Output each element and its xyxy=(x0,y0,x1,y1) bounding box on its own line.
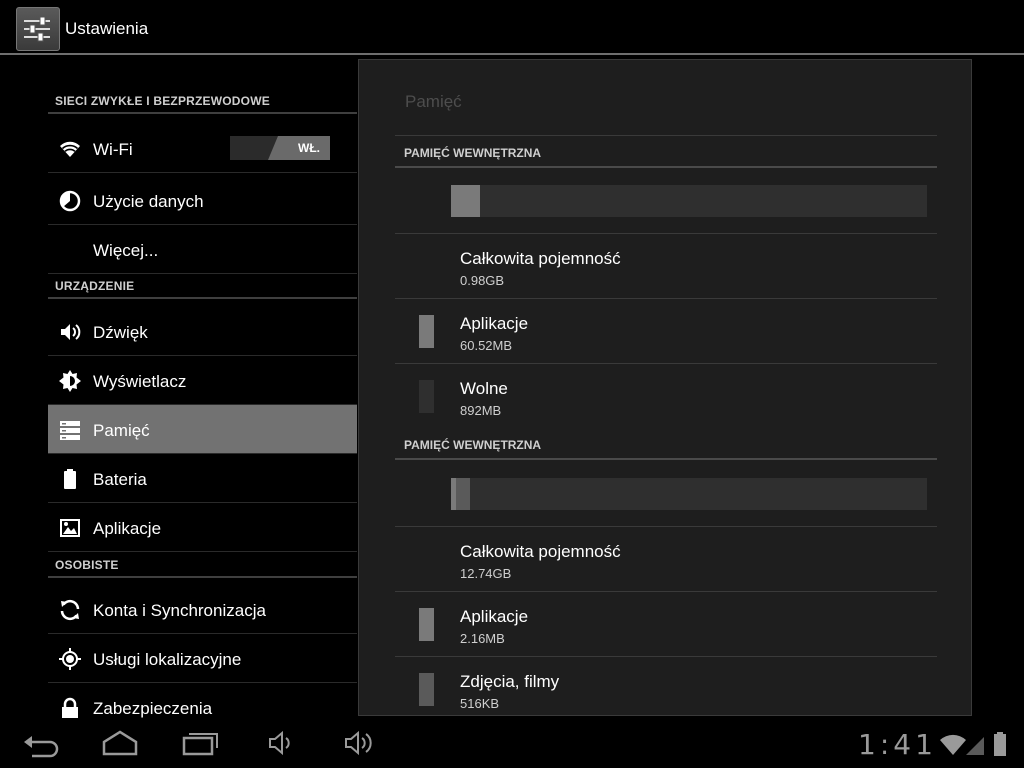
speaker-icon xyxy=(61,324,81,340)
sidebar-item-data-usage[interactable]: Użycie danych xyxy=(48,176,357,225)
sidebar-item-more[interactable]: Więcej... xyxy=(48,225,357,274)
sidebar-item-label: Wyświetlacz xyxy=(93,372,187,391)
section-header-internal-storage: PAMIĘĆ WEWNĘTRZNA xyxy=(395,136,937,168)
sidebar-item-storage[interactable]: Pamięć xyxy=(48,405,357,454)
row-value: 516KB xyxy=(460,696,500,711)
panel-title: Pamięć xyxy=(405,92,462,111)
row-value: 12.74GB xyxy=(460,566,512,581)
apps-color-swatch xyxy=(419,315,434,348)
battery-status-icon xyxy=(994,732,1006,756)
location-icon xyxy=(59,648,81,670)
storage-icon xyxy=(60,421,80,440)
home-icon[interactable] xyxy=(100,728,140,758)
lock-icon xyxy=(62,697,78,718)
media-usage-segment xyxy=(456,478,470,510)
sidebar-item-label: Dźwięk xyxy=(93,323,148,342)
row-value: 60.52MB xyxy=(460,338,513,353)
data-usage-icon xyxy=(59,190,81,212)
sidebar-item-battery[interactable]: Bateria xyxy=(48,454,357,503)
free-color-swatch xyxy=(419,380,434,413)
app-title: Ustawienia xyxy=(65,19,149,38)
row-value: 2.16MB xyxy=(460,631,505,646)
storage-total-row-2[interactable]: Całkowita pojemność 12.74GB xyxy=(395,527,937,592)
back-icon[interactable] xyxy=(22,728,60,758)
section-header-wireless: SIECI ZWYKŁE I BEZPRZEWODOWE xyxy=(48,86,357,114)
sidebar-item-label: Wi-Fi xyxy=(93,140,133,159)
wifi-toggle-label: WŁ. xyxy=(298,141,320,155)
sidebar-item-label: Konta i Synchronizacja xyxy=(93,601,266,620)
sidebar-item-location[interactable]: Usługi lokalizacyjne xyxy=(48,634,357,683)
storage-usage-bar-2 xyxy=(451,478,927,510)
storage-media-row[interactable]: Zdjęcia, filmy 516KB xyxy=(395,657,937,715)
volume-down-icon[interactable] xyxy=(266,728,296,758)
wifi-toggle-knob: WŁ. xyxy=(268,136,330,160)
sidebar-item-label: Pamięć xyxy=(93,421,150,440)
row-value: 0.98GB xyxy=(460,273,505,288)
sidebar-item-accounts[interactable]: Konta i Synchronizacja xyxy=(48,585,357,634)
apps-icon xyxy=(60,519,80,537)
wifi-toggle[interactable]: WŁ. xyxy=(230,136,330,160)
sidebar-item-label: Zabezpieczenia xyxy=(93,699,213,718)
storage-apps-row[interactable]: Aplikacje 60.52MB xyxy=(395,299,937,364)
storage-panel: Pamięć PAMIĘĆ WEWNĘTRZNA Całkowita pojem… xyxy=(358,59,972,716)
sidebar-item-label: Usługi lokalizacyjne xyxy=(93,650,242,669)
row-title: Aplikacje xyxy=(460,314,529,333)
row-title: Wolne xyxy=(460,379,508,398)
apps-usage-segment xyxy=(451,185,480,217)
sidebar-item-apps[interactable]: Aplikacje xyxy=(48,503,357,552)
sidebar-item-wifi[interactable]: Wi-Fi WŁ. xyxy=(48,124,357,173)
cellular-signal-icon xyxy=(966,737,984,755)
recent-apps-icon[interactable] xyxy=(182,728,220,758)
section-header-personal: OSOBISTE xyxy=(48,550,357,578)
settings-list: SIECI ZWYKŁE I BEZPRZEWODOWE Wi-Fi WŁ. U… xyxy=(48,56,357,718)
status-clock: 1:41 xyxy=(858,728,937,761)
battery-icon xyxy=(64,469,76,489)
storage-free-row[interactable]: Wolne 892MB xyxy=(395,364,937,429)
row-title: Aplikacje xyxy=(460,607,529,626)
sync-icon xyxy=(60,599,80,621)
media-color-swatch xyxy=(419,673,434,706)
row-title: Całkowita pojemność xyxy=(460,249,621,268)
sidebar-item-label: Więcej... xyxy=(93,241,159,260)
sidebar-item-sound[interactable]: Dźwięk xyxy=(48,307,357,356)
section-header-device: URZĄDZENIE xyxy=(48,271,357,299)
sidebar-item-display[interactable]: Wyświetlacz xyxy=(48,356,357,405)
storage-usage-bar xyxy=(451,185,927,217)
row-value: 892MB xyxy=(460,403,502,418)
apps-color-swatch xyxy=(419,608,434,641)
sidebar-item-label: Bateria xyxy=(93,470,147,489)
section-header-internal-storage-2: PAMIĘĆ WEWNĘTRZNA xyxy=(395,428,937,460)
sidebar-item-label: Aplikacje xyxy=(93,519,162,538)
storage-total-row[interactable]: Całkowita pojemność 0.98GB xyxy=(395,234,937,299)
wifi-icon xyxy=(60,141,80,157)
storage-apps-row-2[interactable]: Aplikacje 2.16MB xyxy=(395,592,937,657)
brightness-icon xyxy=(59,370,81,392)
row-title: Zdjęcia, filmy xyxy=(460,672,560,691)
row-title: Całkowita pojemność xyxy=(460,542,621,561)
settings-sliders-icon[interactable] xyxy=(16,7,60,51)
action-bar: Ustawienia xyxy=(0,0,1024,55)
volume-up-icon[interactable] xyxy=(344,728,376,758)
sidebar-item-label: Użycie danych xyxy=(93,192,204,211)
